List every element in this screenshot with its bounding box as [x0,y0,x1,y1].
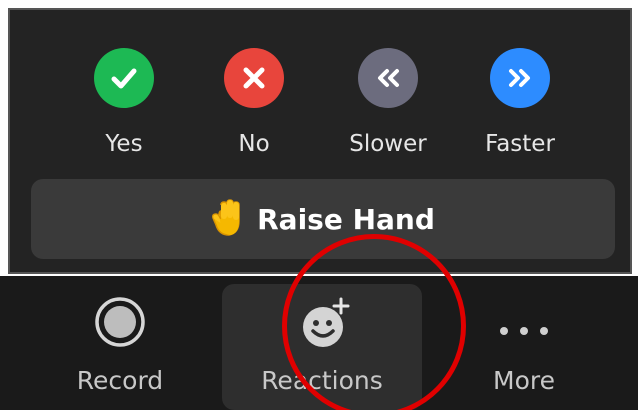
reactions-popup: Yes No Slower Faster Raise Hand [8,8,632,274]
feedback-faster-button[interactable]: Faster [460,48,580,168]
feedback-no-button[interactable]: No [194,48,314,168]
reactions-button[interactable]: Reactions [222,284,422,410]
feedback-faster-label: Faster [485,131,555,157]
more-label: More [493,366,555,395]
check-icon [94,48,154,108]
x-icon [224,48,284,108]
zoom-reactions-screenshot: Yes No Slower Faster Raise Hand Record R… [0,0,638,410]
feedback-yes-label: Yes [105,131,143,157]
feedback-yes-button[interactable]: Yes [64,48,184,168]
raise-hand-button[interactable]: Raise Hand [31,179,615,259]
feedback-no-label: No [238,131,270,157]
raise-hand-label: Raise Hand [257,202,435,236]
record-label: Record [76,366,164,395]
more-button[interactable]: More [424,284,624,410]
record-icon [94,296,146,352]
add-reaction-smiley-icon [296,296,356,356]
feedback-slower-label: Slower [349,131,427,157]
reactions-label: Reactions [261,366,383,395]
double-chevron-left-icon [358,48,418,108]
raised-hand-icon [211,197,245,241]
more-dots-icon [497,322,551,341]
record-button[interactable]: Record [20,284,220,410]
feedback-slower-button[interactable]: Slower [328,48,448,168]
meeting-toolbar: Record Reactions More [0,276,638,410]
double-chevron-right-icon [490,48,550,108]
